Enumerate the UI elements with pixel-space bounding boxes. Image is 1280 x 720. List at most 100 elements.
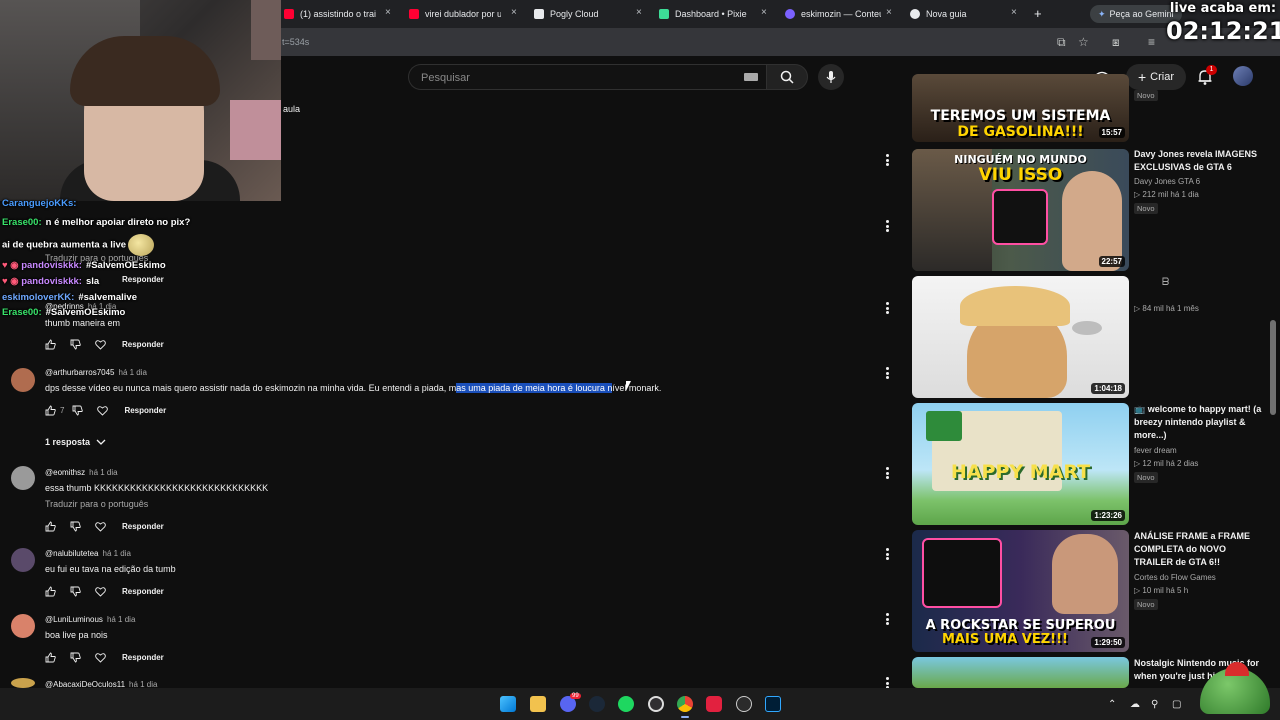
- comment-author: @arthurbarros7045 há 1 dia: [45, 368, 147, 377]
- commenter-avatar[interactable]: [11, 548, 35, 572]
- reply-button[interactable]: Responder: [122, 587, 164, 596]
- badge-icon: ♥ ◉: [2, 276, 22, 287]
- tray-app-icon[interactable]: ▢: [1172, 699, 1181, 710]
- commenter-avatar[interactable]: [11, 466, 35, 490]
- like-icon[interactable]: [45, 586, 56, 597]
- reply-button[interactable]: Responder: [124, 406, 166, 415]
- spotify-icon[interactable]: [618, 696, 634, 712]
- extensions-icon[interactable]: ⧆: [1112, 35, 1120, 49]
- comment-options-icon[interactable]: [886, 220, 890, 232]
- opera-icon[interactable]: [706, 696, 722, 712]
- active-app-indicator: [681, 716, 689, 718]
- heart-icon[interactable]: [95, 652, 106, 663]
- tab-virei-dublador[interactable]: virei dublador por um: [409, 4, 501, 24]
- search-button[interactable]: [766, 64, 808, 90]
- heart-icon[interactable]: [95, 339, 106, 350]
- selected-text: as uma piada de meia hora é loucura n: [456, 383, 613, 393]
- thumbnail-peel: [960, 286, 1070, 326]
- bookmark-star-icon[interactable]: ☆: [1078, 35, 1089, 49]
- video-thumbnail[interactable]: TEREMOS UM SISTEMA DE GASOLINA!!! 15:57: [912, 74, 1129, 142]
- like-icon[interactable]: [45, 339, 56, 350]
- reply-button[interactable]: Responder: [122, 522, 164, 531]
- close-tab-icon[interactable]: ×: [385, 8, 391, 18]
- comment-actions: Responder: [45, 337, 164, 351]
- heart-icon[interactable]: [97, 405, 109, 416]
- tab-pogly-cloud[interactable]: Pogly Cloud: [534, 4, 644, 24]
- page-scrollbar[interactable]: [1270, 320, 1276, 415]
- comment-options-icon[interactable]: [886, 548, 890, 560]
- heart-icon[interactable]: [95, 521, 106, 532]
- usb-icon[interactable]: ⚲: [1151, 699, 1158, 710]
- reply-button[interactable]: Responder: [122, 340, 164, 349]
- video-thumbnail[interactable]: [912, 657, 1129, 688]
- dislike-icon[interactable]: [70, 586, 81, 597]
- photoshop-icon[interactable]: [765, 696, 781, 712]
- dislike-icon[interactable]: [72, 405, 84, 416]
- chrome-icon[interactable]: [677, 696, 693, 712]
- heart-icon[interactable]: [95, 586, 106, 597]
- file-explorer-icon[interactable]: [530, 696, 546, 712]
- commenter-avatar[interactable]: [11, 614, 35, 638]
- steam-icon[interactable]: [589, 696, 605, 712]
- close-tab-icon[interactable]: ×: [511, 8, 517, 18]
- close-tab-icon[interactable]: ×: [761, 8, 767, 18]
- voice-search-button[interactable]: [818, 64, 844, 90]
- reply-button[interactable]: Responder: [122, 653, 164, 662]
- tab-eskimozin-conteudo[interactable]: eskimozin — Conteúd: [785, 4, 881, 24]
- video-thumbnail[interactable]: A ROCKSTAR SE SUPEROU MAIS UMA VEZ!!! 1:…: [912, 530, 1129, 652]
- translate-link[interactable]: Traduzir para o português: [45, 499, 148, 509]
- comment-options-icon[interactable]: [886, 154, 890, 166]
- comment-options-icon[interactable]: [886, 367, 890, 379]
- video-title[interactable]: 📺 welcome to happy mart! (a breezy ninte…: [1134, 403, 1264, 442]
- video-title[interactable]: Davy Jones revela IMAGENS EXCLUSIVAS de …: [1134, 148, 1264, 174]
- close-tab-icon[interactable]: ×: [636, 8, 642, 18]
- video-thumbnail[interactable]: HAPPY MART 1:23:26: [912, 403, 1129, 525]
- search-input[interactable]: Pesquisar: [408, 64, 766, 90]
- keyboard-icon[interactable]: [744, 73, 758, 81]
- tray-chevron-icon[interactable]: ⌃: [1108, 699, 1116, 710]
- video-thumbnail[interactable]: 1:04:18: [912, 276, 1129, 398]
- comment-actions: 7 Responder: [45, 403, 166, 417]
- create-button[interactable]: + Criar: [1126, 64, 1186, 90]
- video-thumbnail[interactable]: NINGUÉM NO MUNDO VIU ISSO 22:57: [912, 149, 1129, 271]
- reply-button[interactable]: Responder: [122, 275, 164, 284]
- pogly-icon: [534, 9, 544, 19]
- comment-author: @LuniLuminous há 1 dia: [45, 615, 136, 624]
- cloud-icon[interactable]: ☁: [1130, 699, 1140, 710]
- tab-nova-guia[interactable]: Nova guia: [910, 4, 1000, 24]
- account-avatar[interactable]: [1233, 66, 1253, 86]
- close-tab-icon[interactable]: ×: [1011, 8, 1017, 18]
- like-icon[interactable]: [45, 652, 56, 663]
- channel-name[interactable]: fever dream: [1134, 446, 1177, 455]
- webcam-background-photo: [251, 0, 281, 60]
- show-replies-button[interactable]: 1 resposta: [45, 437, 106, 447]
- comment-options-icon[interactable]: [886, 467, 890, 479]
- like-icon[interactable]: [45, 521, 56, 532]
- search-placeholder: Pesquisar: [421, 72, 470, 84]
- channel-name[interactable]: Davy Jones GTA 6: [1134, 177, 1200, 186]
- dislike-icon[interactable]: [70, 339, 81, 350]
- dislike-icon[interactable]: [70, 521, 81, 532]
- commenter-avatar[interactable]: [11, 368, 35, 392]
- start-icon[interactable]: [500, 696, 516, 712]
- channel-name[interactable]: ᗷ: [1162, 277, 1169, 288]
- new-tab-button[interactable]: +: [1034, 6, 1042, 21]
- channel-name[interactable]: Cortes do Flow Games: [1134, 573, 1216, 582]
- media-control-icon[interactable]: ≡: [1148, 35, 1155, 49]
- like-icon[interactable]: [45, 405, 56, 416]
- obs-icon[interactable]: [648, 696, 664, 712]
- tab-assistindo-trailer[interactable]: (1) assistindo o trailer: [284, 4, 376, 24]
- video-title[interactable]: ANÁLISE FRAME a FRAME COMPLETA do NOVO T…: [1134, 530, 1264, 569]
- url-text[interactable]: t=534s: [282, 37, 309, 47]
- media-player-icon[interactable]: [736, 696, 752, 712]
- install-icon[interactable]: ⧉: [1057, 35, 1066, 49]
- comment-options-icon[interactable]: [886, 302, 890, 314]
- commenter-avatar[interactable]: [11, 678, 35, 688]
- discord-badge: 99: [570, 693, 581, 699]
- screen: (1) assistindo o trailer × virei dublado…: [0, 0, 1280, 720]
- comment-options-icon[interactable]: [886, 613, 890, 625]
- video-duration: 1:23:26: [1091, 510, 1125, 521]
- tab-dashboard-pixie[interactable]: Dashboard • Pixie: [659, 4, 759, 24]
- close-tab-icon[interactable]: ×: [886, 8, 892, 18]
- dislike-icon[interactable]: [70, 652, 81, 663]
